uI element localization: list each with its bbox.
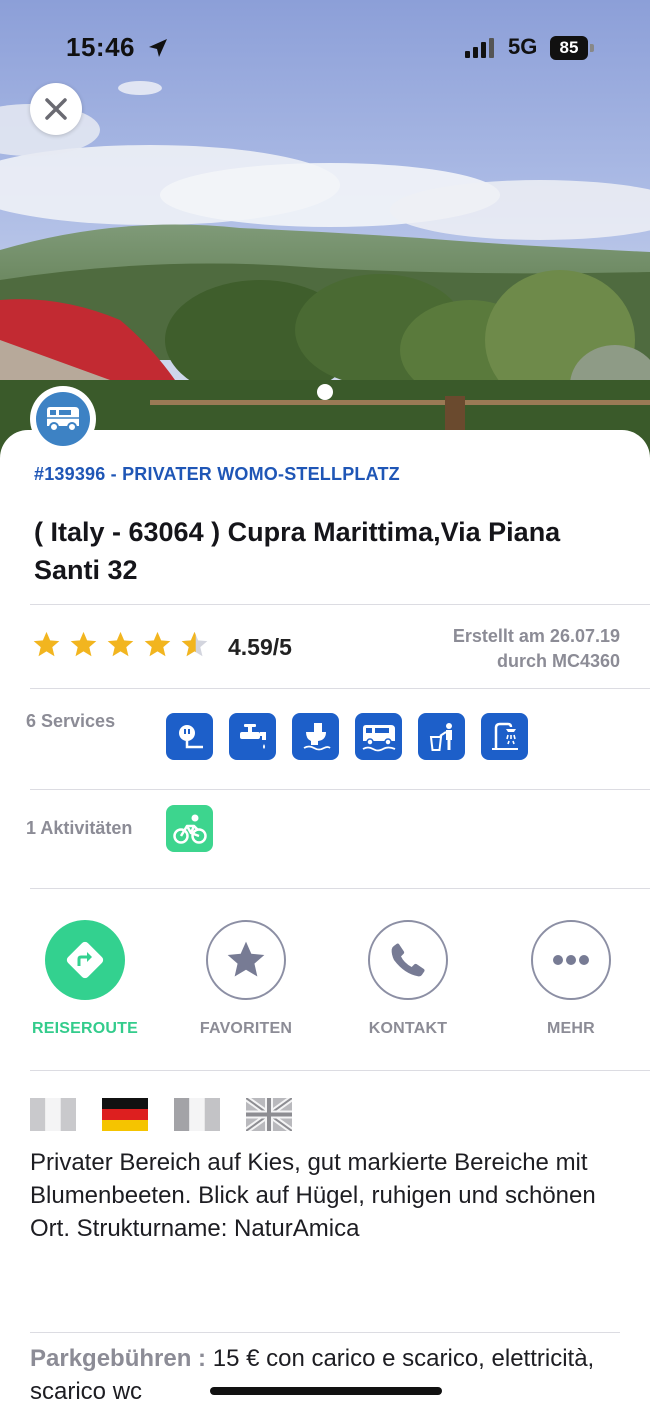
created-date: Erstellt am 26.07.19 xyxy=(452,626,620,646)
home-indicator[interactable] xyxy=(210,1387,442,1395)
flag-germany-icon[interactable] xyxy=(102,1098,148,1131)
phone-icon xyxy=(391,943,425,977)
activities-label: 1 Aktivitäten xyxy=(26,818,133,838)
more-label: MEHR xyxy=(547,1020,595,1037)
spot-id-type: #139396 - PRIVATER WOMO-STELLPLATZ xyxy=(34,464,400,484)
created-info: Erstellt am 26.07.19 durch MC4360 xyxy=(453,624,620,674)
divider xyxy=(30,604,650,605)
star-full-icon xyxy=(70,631,97,657)
electricity-icon xyxy=(178,724,203,748)
battery-tip xyxy=(590,44,594,52)
signal-bars-icon xyxy=(465,38,494,58)
divider xyxy=(30,888,650,889)
parking-fees: Parkgebühren : 15 € con carico e scarico… xyxy=(30,1342,630,1408)
divider xyxy=(30,1332,620,1333)
location-arrow-icon xyxy=(149,39,167,57)
star-icon xyxy=(227,941,265,977)
favorites-button-circle[interactable] xyxy=(206,920,286,1000)
route-label: REISEROUTE xyxy=(31,1020,138,1037)
water-tap-icon xyxy=(239,723,266,749)
rating-value: 4.59/5 xyxy=(228,634,292,660)
favorites-button[interactable]: FAVORITEN xyxy=(176,920,316,1038)
services-list xyxy=(166,713,528,760)
services-label: 6 Services xyxy=(26,711,116,731)
created-by[interactable]: durch MC4360 xyxy=(453,649,620,674)
battery-indicator: 85 xyxy=(550,36,596,60)
toilet-disposal-icon xyxy=(303,722,331,750)
more-dots-icon xyxy=(553,955,589,965)
rating-stars[interactable] xyxy=(32,630,209,659)
motorhome-service-icon xyxy=(362,724,395,751)
status-bar: 15:46 5G 85 xyxy=(0,0,650,96)
description-text: Privater Bereich auf Kies, gut markierte… xyxy=(30,1149,596,1242)
flag-france-icon[interactable] xyxy=(174,1098,220,1131)
divider xyxy=(30,1070,650,1071)
service-water[interactable] xyxy=(229,713,276,760)
close-button[interactable] xyxy=(30,83,82,135)
camper-van-icon xyxy=(47,407,79,432)
service-motorhome[interactable] xyxy=(355,713,402,760)
favorites-label: FAVORITEN xyxy=(199,1020,293,1037)
star-full-icon xyxy=(144,631,171,657)
divider xyxy=(30,688,650,689)
route-button[interactable]: REISEROUTE xyxy=(15,920,155,1038)
status-time: 15:46 xyxy=(66,32,135,62)
flag-uk-icon[interactable] xyxy=(246,1098,292,1131)
service-toilet-disposal[interactable] xyxy=(292,713,339,760)
carousel-page-dot[interactable] xyxy=(317,384,333,400)
service-waste[interactable] xyxy=(418,713,465,760)
battery-level: 85 xyxy=(550,36,588,60)
spot-title: ( Italy - 63064 ) Cupra Marittima,Via Pi… xyxy=(34,517,561,585)
close-icon xyxy=(45,98,67,120)
fees-label: Parkgebühren : xyxy=(30,1345,207,1372)
contact-button-circle[interactable] xyxy=(368,920,448,1000)
activity-cycling[interactable] xyxy=(166,805,213,852)
directions-icon xyxy=(66,941,104,979)
star-half-icon xyxy=(181,631,208,657)
network-label: 5G xyxy=(508,34,538,59)
action-bar: REISEROUTE FAVORITEN KONTAKT MEHR xyxy=(0,920,650,1050)
route-button-circle[interactable] xyxy=(45,920,125,1000)
service-electricity[interactable] xyxy=(166,713,213,760)
more-button[interactable]: MEHR xyxy=(501,920,641,1038)
star-full-icon xyxy=(107,631,134,657)
more-button-circle[interactable] xyxy=(531,920,611,1000)
cycling-icon xyxy=(172,814,207,844)
flag-italy-icon[interactable] xyxy=(30,1098,76,1131)
contact-button[interactable]: KONTAKT xyxy=(338,920,478,1038)
spot-type-badge xyxy=(30,386,96,452)
star-full-icon xyxy=(33,631,60,657)
waste-bin-icon xyxy=(429,722,452,751)
service-shower[interactable] xyxy=(481,713,528,760)
language-selector xyxy=(30,1098,292,1131)
divider xyxy=(30,789,650,790)
shower-icon xyxy=(491,722,518,750)
contact-label: KONTAKT xyxy=(368,1020,448,1037)
